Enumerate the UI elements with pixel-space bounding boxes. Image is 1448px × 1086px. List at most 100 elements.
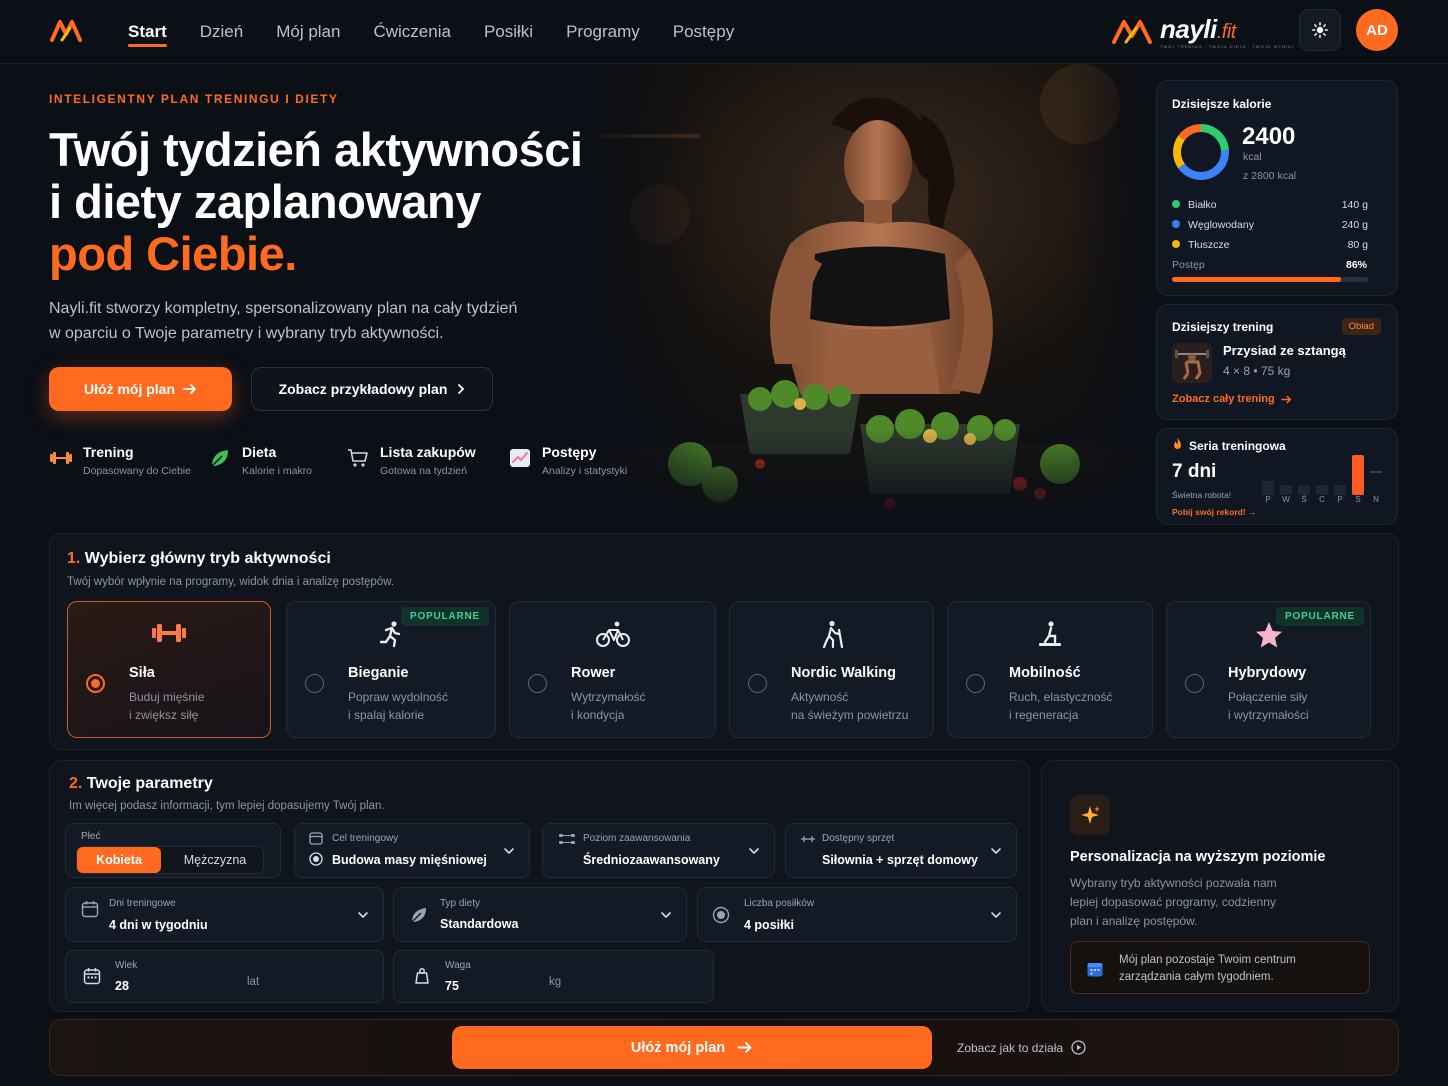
mode-card-nordic-walking[interactable]: Nordic Walking Aktywność na świeżym powie… bbox=[729, 601, 934, 738]
calories-donut bbox=[1173, 124, 1229, 180]
cart-icon bbox=[348, 449, 368, 467]
mode-desc-line1: Buduj mięśnie bbox=[129, 690, 205, 704]
workout-card: Dzisiejszy trening Obiad Przysiad ze szt… bbox=[1156, 304, 1398, 420]
mode-desc-line2: i wytrzymałości bbox=[1228, 708, 1309, 722]
meals-count-select[interactable]: Liczba posiłków 4 posiłki bbox=[697, 887, 1017, 942]
yoga-icon bbox=[1039, 621, 1061, 646]
personalization-text: Wybrany tryb aktywności pozwala nam lepi… bbox=[1070, 874, 1277, 931]
mode-card-rower[interactable]: Rower Wytrzymałość i kondycja bbox=[509, 601, 716, 738]
mode-radio[interactable] bbox=[1185, 674, 1204, 693]
bottom-cta-bar: Ułóż mój plan Zobacz jak to działa bbox=[49, 1019, 1399, 1076]
weight-input[interactable]: Waga 75 kg bbox=[393, 950, 714, 1003]
training-days-select[interactable]: Dni treningowe 4 dni w tygodniu bbox=[65, 887, 384, 942]
plan-note-text: Mój plan pozostaje Twoim centrum zarządz… bbox=[1119, 952, 1296, 986]
nav-item-moj-plan[interactable]: Mój plan bbox=[276, 0, 340, 64]
mode-radio[interactable] bbox=[966, 674, 985, 693]
mode-desc: Buduj mięśnie i zwiększ siłę bbox=[129, 688, 204, 724]
mode-card-bieganie[interactable]: POPULARNE Bieganie Popraw wydolność i spa… bbox=[286, 601, 496, 738]
workout-link[interactable]: Zobacz cały trening bbox=[1172, 393, 1292, 405]
dumbbell-icon bbox=[50, 452, 72, 464]
workout-exercise: Przysiad ze sztangą bbox=[1223, 343, 1346, 358]
mode-desc: Popraw wydolność i spalaj kalorie bbox=[348, 688, 448, 724]
nav-item-dzien[interactable]: Dzień bbox=[200, 0, 243, 64]
feature-training-sub: Dopasowany do Ciebie bbox=[83, 465, 191, 477]
gender-toggle: Kobieta Mężczyzna bbox=[76, 846, 264, 874]
age-input[interactable]: Wiek 28 lat bbox=[65, 950, 384, 1003]
streak-day-label: W bbox=[1282, 495, 1290, 504]
gender-female-option[interactable]: Kobieta bbox=[77, 847, 161, 873]
arrow-right-icon bbox=[1280, 395, 1292, 403]
streak-card: Seria treningowa 7 dni Świetna robota! P… bbox=[1156, 428, 1398, 525]
nav-item-start[interactable]: Start bbox=[128, 0, 167, 64]
top-nav: Start Dzień Mój plan Ćwiczenia Posiłki P… bbox=[0, 0, 1448, 64]
bottom-build-plan-label: Ułóż mój plan bbox=[630, 1039, 726, 1056]
nav-item-postepy[interactable]: Postępy bbox=[673, 0, 734, 64]
streak-bar bbox=[1298, 485, 1310, 495]
sparkle-icon bbox=[1070, 795, 1110, 835]
parameters-section: 2. Twoje parametry Im więcej podasz info… bbox=[49, 760, 1030, 1012]
mode-card-hybrydowy[interactable]: POPULARNE Hybrydowy Połączenie siły i wyt… bbox=[1166, 601, 1371, 738]
mode-radio[interactable] bbox=[86, 674, 105, 693]
logo-icon[interactable] bbox=[48, 14, 84, 46]
bottom-build-plan-button[interactable]: Ułóż mój plan bbox=[452, 1026, 932, 1069]
build-plan-button[interactable]: Ułóż mój plan bbox=[49, 367, 232, 411]
mode-card-mobilnosc[interactable]: Mobilność Ruch, elastyczność i regeneracj… bbox=[947, 601, 1153, 738]
streak-bar bbox=[1334, 485, 1346, 495]
macro-name-carbs: Węglowodany bbox=[1188, 219, 1254, 231]
level-icon bbox=[559, 834, 575, 844]
goal-select[interactable]: Cel treningowy Budowa masy mięśniowej bbox=[294, 823, 530, 878]
age-unit: lat bbox=[247, 976, 260, 988]
progress-bar bbox=[1172, 277, 1368, 282]
brand-name: nayli.fit bbox=[1160, 14, 1236, 45]
streak-link[interactable]: Pobij swój rekord! → bbox=[1172, 507, 1257, 517]
flame-icon bbox=[1174, 438, 1181, 449]
nav-item-posilki[interactable]: Posiłki bbox=[484, 0, 533, 64]
macro-name: Tłuszcze bbox=[1172, 239, 1229, 251]
mode-desc-line1: Połączenie siły bbox=[1228, 690, 1308, 704]
gender-male-option[interactable]: Mężczyzna bbox=[165, 847, 265, 873]
chart-icon bbox=[510, 449, 530, 467]
brand-suffix: .fit bbox=[1216, 21, 1237, 43]
feature-diet-title: Dieta bbox=[242, 444, 277, 460]
goal-label: Cel treningowy bbox=[332, 833, 399, 844]
hero-title: Twój tydzień aktywności i diety zaplanow… bbox=[49, 124, 649, 280]
mode-radio[interactable] bbox=[305, 674, 324, 693]
streak-bars bbox=[1259, 451, 1385, 495]
mode-radio[interactable] bbox=[528, 674, 547, 693]
feature-diet: Dieta Kalorie i makro bbox=[208, 444, 312, 477]
chevron-down-icon bbox=[661, 911, 671, 918]
feature-progress-title: Postępy bbox=[542, 444, 597, 460]
feature-progress-sub: Analizy i statystyki bbox=[542, 465, 628, 477]
brand-logo[interactable]: nayli.fit TWÓJ TRENING · TWOJA DIETA · T… bbox=[1108, 12, 1293, 52]
chevron-down-icon bbox=[991, 847, 1001, 854]
avatar[interactable]: AD bbox=[1356, 9, 1398, 51]
mode-card-sila[interactable]: Siła Buduj mięśnie i zwiększ siłę bbox=[67, 601, 271, 738]
star-icon bbox=[1255, 622, 1282, 648]
calories-title: Dzisiejsze kalorie bbox=[1172, 97, 1272, 111]
mode-title: Rower bbox=[571, 665, 616, 681]
build-plan-label: Ułóż mój plan bbox=[84, 381, 175, 397]
mode-desc: Połączenie siły i wytrzymałości bbox=[1228, 688, 1309, 724]
sample-plan-button[interactable]: Zobacz przykładowy plan bbox=[251, 367, 493, 411]
theme-toggle-button[interactable] bbox=[1299, 9, 1341, 51]
diet-type-select[interactable]: Typ diety Standardowa bbox=[393, 887, 687, 942]
how-it-works-link[interactable]: Zobacz jak to działa bbox=[957, 1040, 1086, 1055]
equipment-icon bbox=[801, 836, 815, 842]
streak-day-label: P bbox=[1337, 495, 1343, 504]
plan-note-line2: zarządzania całym tygodniem. bbox=[1119, 971, 1274, 983]
equipment-value: Siłownia + sprzęt domowy bbox=[822, 853, 978, 867]
training-days-label: Dni treningowe bbox=[109, 898, 176, 909]
level-select[interactable]: Poziom zaawansowania Średniozaawansowany bbox=[542, 823, 775, 878]
personalization-text-line2: lepiej dopasować programy, codzienny bbox=[1070, 895, 1276, 909]
equipment-select[interactable]: Dostępny sprzęt Siłownia + sprzęt domowy bbox=[785, 823, 1017, 878]
mode-radio[interactable] bbox=[748, 674, 767, 693]
gender-field: Płeć Kobieta Mężczyzna bbox=[65, 823, 281, 878]
step1-title: 1. Wybierz główny tryb aktywności bbox=[67, 550, 394, 568]
macro-list: Białko 140 g Węglowodany 240 g Tłuszcze 80 … bbox=[1172, 195, 1368, 255]
macro-value-carbs: 240 g bbox=[1341, 219, 1368, 231]
gender-label: Płeć bbox=[81, 831, 101, 842]
nav-item-programy[interactable]: Programy bbox=[566, 0, 640, 64]
nav-item-cwiczenia[interactable]: Ćwiczenia bbox=[373, 0, 450, 64]
streak-day-label: C bbox=[1319, 495, 1325, 504]
personalization-title: Personalizacja na wyższym poziomie bbox=[1070, 849, 1326, 865]
